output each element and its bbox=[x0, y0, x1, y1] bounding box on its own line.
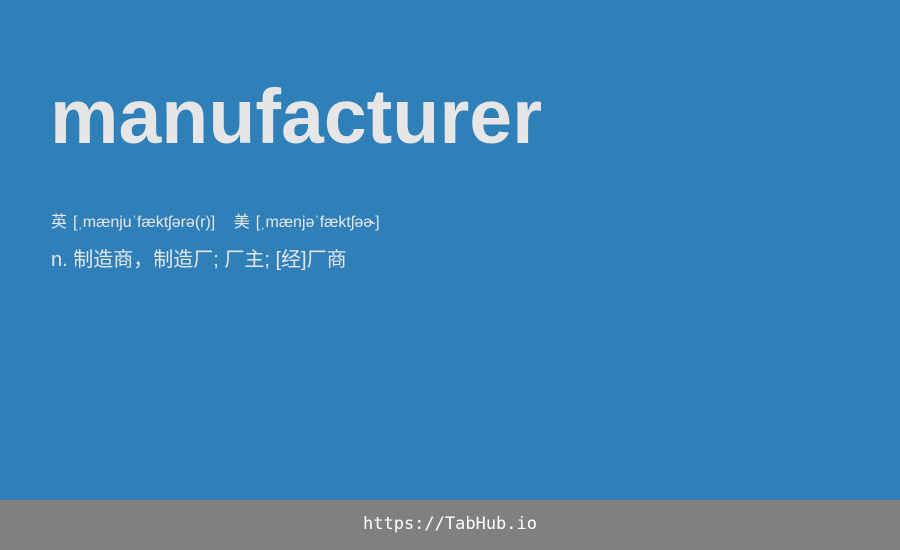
uk-phonetic: 英 [ˌmænjuˈfæktʃərə(r)] bbox=[51, 212, 215, 234]
definition: n. 制造商，制造厂; 厂主; [经]厂商 bbox=[51, 249, 347, 271]
us-label: 美 bbox=[233, 214, 250, 231]
word-card: manufacturer 英 [ˌmænjuˈfæktʃərə(r)] 美 [ˌmæ… bbox=[0, 0, 900, 500]
headword: manufacturer bbox=[50, 74, 543, 160]
footer-link[interactable]: https://TabHub.io bbox=[363, 514, 537, 534]
uk-ipa: [ˌmænjuˈfæktʃərə(r)] bbox=[73, 214, 216, 231]
phonetics-row: 英 [ˌmænjuˈfæktʃərə(r)] 美 [ˌmænjəˈfæktʃəɚ] bbox=[51, 212, 380, 234]
uk-label: 英 bbox=[51, 214, 68, 231]
footer-bar: https://TabHub.io bbox=[0, 500, 900, 550]
us-ipa: [ˌmænjəˈfæktʃəɚ] bbox=[255, 214, 380, 231]
us-phonetic: 美 [ˌmænjəˈfæktʃəɚ] bbox=[234, 212, 380, 234]
